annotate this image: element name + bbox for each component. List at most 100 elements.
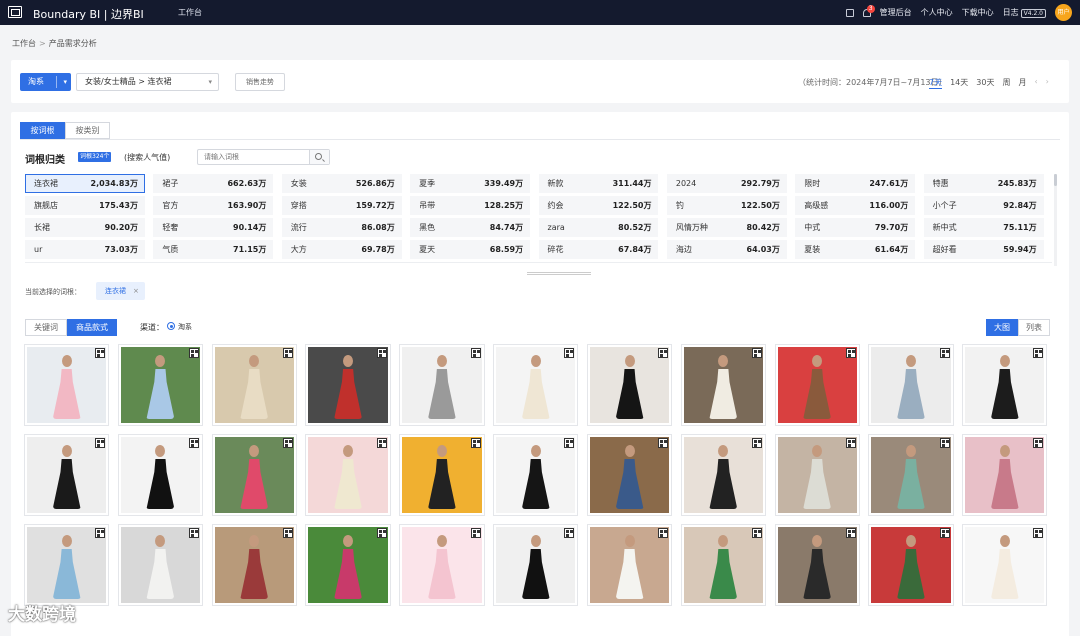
root-word-cell[interactable]: ur 73.03万 — [25, 240, 145, 259]
root-search-input[interactable] — [198, 150, 310, 164]
product-image[interactable] — [777, 347, 857, 423]
qr-code-icon[interactable] — [752, 438, 762, 448]
product-card[interactable] — [774, 524, 860, 606]
product-image[interactable] — [308, 437, 388, 513]
product-image[interactable] — [589, 437, 670, 513]
breadcrumb-workbench[interactable]: 工作台 — [12, 39, 36, 48]
product-image[interactable] — [496, 347, 576, 423]
product-image[interactable] — [308, 527, 388, 603]
root-word-cell[interactable]: 穿搭 159.72万 — [281, 196, 402, 215]
product-card[interactable] — [868, 344, 954, 426]
product-image[interactable] — [214, 347, 294, 423]
product-card[interactable] — [680, 434, 766, 516]
root-word-cell[interactable]: 裙子 662.63万 — [153, 174, 274, 193]
range-14d[interactable]: 14天 — [950, 77, 968, 89]
product-card[interactable] — [211, 434, 297, 516]
product-image[interactable] — [214, 527, 294, 603]
product-card[interactable] — [305, 524, 391, 606]
root-word-cell[interactable]: 海边 64.03万 — [666, 240, 787, 259]
product-card[interactable] — [399, 344, 485, 426]
range-week[interactable]: 周 — [1002, 77, 1010, 89]
product-image[interactable] — [402, 527, 482, 603]
logo-icon[interactable] — [8, 6, 22, 18]
tab-keywords[interactable]: 关键词 — [25, 319, 67, 336]
root-word-cell[interactable]: 夏季 339.49万 — [410, 174, 531, 193]
product-card[interactable] — [24, 434, 110, 516]
tab-by-root[interactable]: 按词根 — [20, 122, 65, 139]
admin-link[interactable]: 管理后台 — [880, 7, 912, 18]
qr-code-icon[interactable] — [470, 528, 481, 538]
qr-code-icon[interactable] — [376, 348, 387, 358]
product-card[interactable] — [305, 344, 391, 426]
product-card[interactable] — [493, 434, 579, 516]
root-word-cell[interactable]: 钓 122.50万 — [666, 196, 787, 215]
product-image[interactable] — [871, 347, 951, 423]
root-word-cell[interactable]: 气质 71.15万 — [153, 240, 274, 259]
product-card[interactable] — [24, 344, 110, 426]
channel-radio-label[interactable]: 淘系 — [178, 322, 192, 332]
product-image[interactable] — [308, 347, 388, 423]
qr-code-icon[interactable] — [189, 438, 200, 448]
product-card[interactable] — [493, 524, 579, 606]
product-image[interactable] — [683, 347, 763, 423]
qr-code-icon[interactable] — [939, 348, 950, 358]
avatar[interactable]: 用户 — [1055, 4, 1072, 21]
product-image[interactable] — [871, 437, 951, 513]
product-card[interactable] — [399, 524, 485, 606]
product-card[interactable] — [24, 524, 110, 606]
product-image[interactable] — [402, 437, 482, 513]
product-card[interactable] — [868, 524, 954, 606]
product-image[interactable] — [589, 527, 670, 603]
product-image[interactable] — [871, 527, 951, 603]
product-image[interactable] — [965, 527, 1045, 603]
product-card[interactable] — [305, 434, 391, 516]
root-word-cell[interactable]: 超好看 59.94万 — [923, 240, 1044, 259]
tab-product-styles[interactable]: 商品款式 — [67, 319, 117, 336]
root-word-cell[interactable]: zara 80.52万 — [538, 218, 659, 237]
product-card[interactable] — [962, 344, 1048, 426]
product-card[interactable] — [774, 434, 860, 516]
qr-code-icon[interactable] — [1033, 438, 1044, 448]
product-card[interactable] — [680, 344, 766, 426]
qr-code-icon[interactable] — [95, 348, 106, 358]
root-word-cell[interactable]: 中式 79.70万 — [795, 218, 916, 237]
product-image[interactable] — [402, 347, 482, 423]
product-image[interactable] — [120, 527, 201, 603]
qr-code-icon[interactable] — [564, 528, 575, 538]
scrollbar-thumb[interactable] — [1054, 174, 1057, 186]
qr-code-icon[interactable] — [282, 438, 293, 448]
qr-code-icon[interactable] — [564, 348, 575, 358]
product-card[interactable] — [962, 524, 1048, 606]
platform-select[interactable]: 淘系 ▾ — [20, 73, 71, 91]
sales-trend-button[interactable]: 销售走势 — [235, 73, 285, 91]
brand-name[interactable]: Boundary BI | 边界BI — [33, 6, 144, 22]
qr-code-icon[interactable] — [658, 528, 669, 538]
root-word-cell[interactable]: 高级感 116.00万 — [795, 196, 916, 215]
product-card[interactable] — [399, 434, 485, 516]
product-card[interactable] — [774, 344, 860, 426]
product-image[interactable] — [120, 437, 201, 513]
root-word-cell[interactable]: 风情万种 80.42万 — [666, 218, 787, 237]
range-7d[interactable]: 7天 — [929, 77, 943, 89]
root-word-cell[interactable]: 新款 311.44万 — [538, 174, 659, 193]
product-image[interactable] — [496, 437, 576, 513]
root-word-cell[interactable]: 夏装 61.64万 — [795, 240, 916, 259]
root-word-cell[interactable]: 小个子 92.84万 — [923, 196, 1044, 215]
qr-code-icon[interactable] — [1033, 348, 1044, 358]
task-icon[interactable] — [845, 8, 854, 17]
product-image[interactable] — [965, 437, 1045, 513]
root-word-cell[interactable]: 夏天 68.59万 — [410, 240, 531, 259]
root-word-cell[interactable]: 流行 86.08万 — [281, 218, 402, 237]
qr-code-icon[interactable] — [95, 528, 106, 538]
nav-workbench-link[interactable]: 工作台 — [178, 7, 202, 18]
search-button[interactable] — [309, 150, 329, 164]
root-word-cell[interactable]: 轻奢 90.14万 — [153, 218, 274, 237]
root-word-cell[interactable]: 女装 526.86万 — [281, 174, 402, 193]
product-image[interactable] — [777, 527, 857, 603]
product-card[interactable] — [680, 524, 766, 606]
qr-code-icon[interactable] — [845, 528, 856, 538]
product-card[interactable] — [117, 524, 204, 606]
qr-code-icon[interactable] — [95, 438, 106, 448]
qr-code-icon[interactable] — [470, 438, 481, 448]
product-image[interactable] — [965, 347, 1045, 423]
